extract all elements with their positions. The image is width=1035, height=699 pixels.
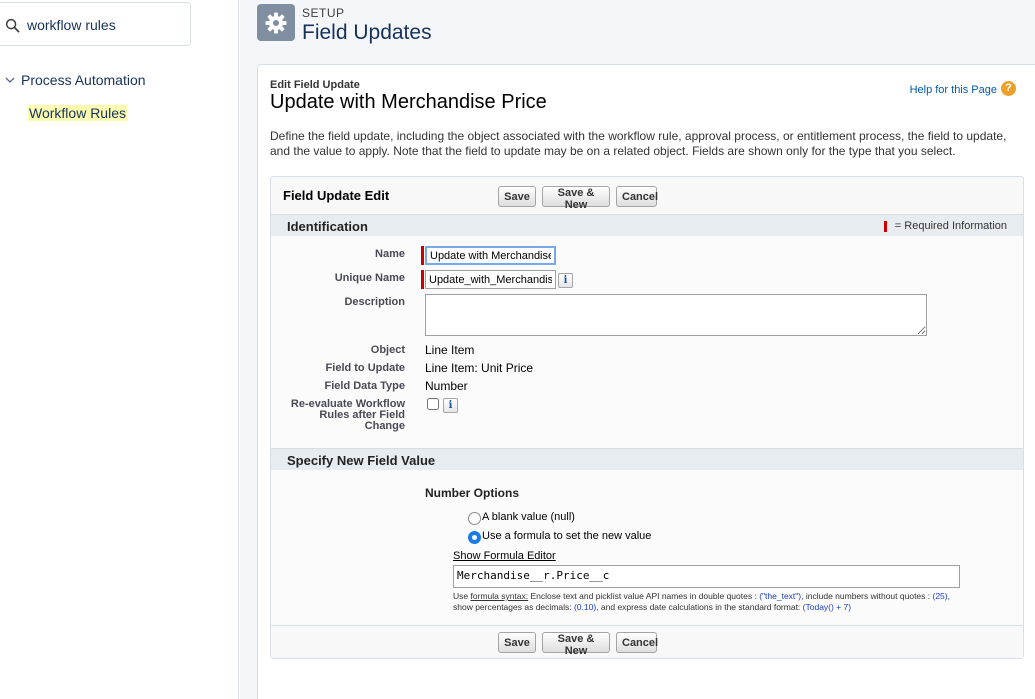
new-value-section-body: Number Options A blank value (null) Use … — [271, 470, 1023, 627]
syntax-example-percent: (0.10) — [573, 602, 597, 612]
syntax-use: Use — [453, 591, 471, 601]
page-description: Define the field update, including the o… — [270, 129, 1007, 158]
unique-name-required-marker — [421, 270, 424, 289]
formula-syntax-note: Use formula syntax: Enclose text and pic… — [453, 591, 963, 613]
nav-group-process-automation: Process Automation Workflow Rules — [0, 70, 238, 121]
use-formula-radio[interactable] — [468, 531, 481, 544]
unique-name-label: Unique Name — [334, 272, 405, 284]
syntax-part4: , and express date calculations in the s… — [596, 602, 803, 612]
footer-cancel-button[interactable]: Cancel — [616, 632, 658, 653]
object-label: Object — [370, 344, 405, 356]
form-footer: Save Save & New Cancel — [271, 625, 1023, 658]
identification-section-body: Name Unique Name i Description Object Li… — [271, 236, 1023, 456]
field-data-type-label: Field Data Type — [324, 380, 405, 392]
record-title: Update with Merchandise Price — [270, 91, 547, 113]
syntax-part2: , include numbers without quotes : — [801, 591, 933, 601]
field-update-edit-form: Field Update Edit Save Save & New Cancel… — [270, 176, 1024, 659]
syntax-example-number: (25) — [932, 591, 948, 601]
header-eyebrow: SETUP — [302, 6, 345, 20]
setup-sidebar: Process Automation Workflow Rules — [0, 0, 239, 699]
required-marker — [883, 220, 887, 232]
save-and-new-button[interactable]: Save & New — [542, 186, 610, 211]
reevaluate-info-icon[interactable]: i — [443, 398, 458, 413]
formula-syntax-link[interactable]: formula syntax: — [470, 591, 528, 601]
syntax-example-date: (Today() + 7) — [802, 602, 852, 612]
use-formula-label: Use a formula to set the new value — [482, 530, 652, 542]
identification-section-title: Identification — [287, 219, 368, 234]
help-icon[interactable]: ? — [1001, 81, 1016, 96]
name-label: Name — [375, 248, 405, 260]
name-input[interactable] — [425, 246, 556, 265]
field-update-card: Edit Field Update Update with Merchandis… — [257, 64, 1035, 699]
footer-save-button[interactable]: Save — [498, 632, 536, 653]
formula-textarea[interactable]: Merchandise__r.Price__c — [453, 565, 960, 588]
name-required-marker — [421, 246, 424, 265]
edit-field-update-label: Edit Field Update — [270, 79, 360, 91]
form-header: Field Update Edit Save Save & New Cancel — [271, 177, 1023, 211]
blank-value-radio[interactable] — [468, 512, 481, 525]
unique-name-input[interactable] — [425, 270, 556, 289]
syntax-part1: Enclose text and picklist value API name… — [528, 591, 760, 601]
form-title: Field Update Edit — [283, 188, 390, 203]
setup-gear-tile — [257, 4, 295, 41]
identification-section-header: Identification = Required Information — [271, 214, 1023, 236]
object-value: Line Item — [425, 343, 475, 357]
new-value-section-title: Specify New Field Value — [287, 453, 436, 468]
reevaluate-label-line3: Change — [364, 420, 405, 432]
new-value-section-header: Specify New Field Value — [271, 448, 1023, 470]
required-legend: = Required Information — [883, 220, 1007, 232]
nav-group-label: Process Automation — [21, 72, 146, 88]
page-title: Field Updates — [302, 21, 432, 44]
field-to-update-value: Line Item: Unit Price — [425, 361, 534, 375]
required-legend-text: = Required Information — [894, 220, 1007, 232]
save-button[interactable]: Save — [498, 186, 536, 207]
cancel-button[interactable]: Cancel — [616, 186, 658, 207]
nav-group-toggle[interactable]: Process Automation — [0, 70, 238, 90]
syntax-example-text: ("the_text") — [759, 591, 802, 601]
help-for-this-page-link[interactable]: Help for this Page — [910, 84, 997, 96]
field-to-update-label: Field to Update — [325, 362, 405, 374]
show-formula-editor-link[interactable]: Show Formula Editor — [453, 550, 556, 562]
page-header: SETUP Field Updates — [240, 0, 1035, 60]
description-label: Description — [344, 296, 405, 308]
field-data-type-value: Number — [425, 379, 468, 393]
number-options-heading: Number Options — [425, 486, 520, 500]
quick-find-input[interactable] — [27, 14, 185, 36]
search-icon — [5, 18, 20, 33]
gear-icon — [265, 12, 287, 33]
quick-find-box — [0, 2, 191, 46]
footer-save-and-new-button[interactable]: Save & New — [542, 632, 610, 657]
reevaluate-workflow-checkbox[interactable] — [427, 398, 439, 410]
unique-name-info-icon[interactable]: i — [558, 273, 573, 288]
description-textarea[interactable] — [425, 294, 927, 336]
blank-value-label: A blank value (null) — [482, 511, 575, 523]
chevron-down-icon — [5, 77, 15, 83]
sidebar-item-workflow-rules[interactable]: Workflow Rules — [28, 105, 127, 121]
main-content: SETUP Field Updates Edit Field Update Up… — [240, 0, 1035, 699]
